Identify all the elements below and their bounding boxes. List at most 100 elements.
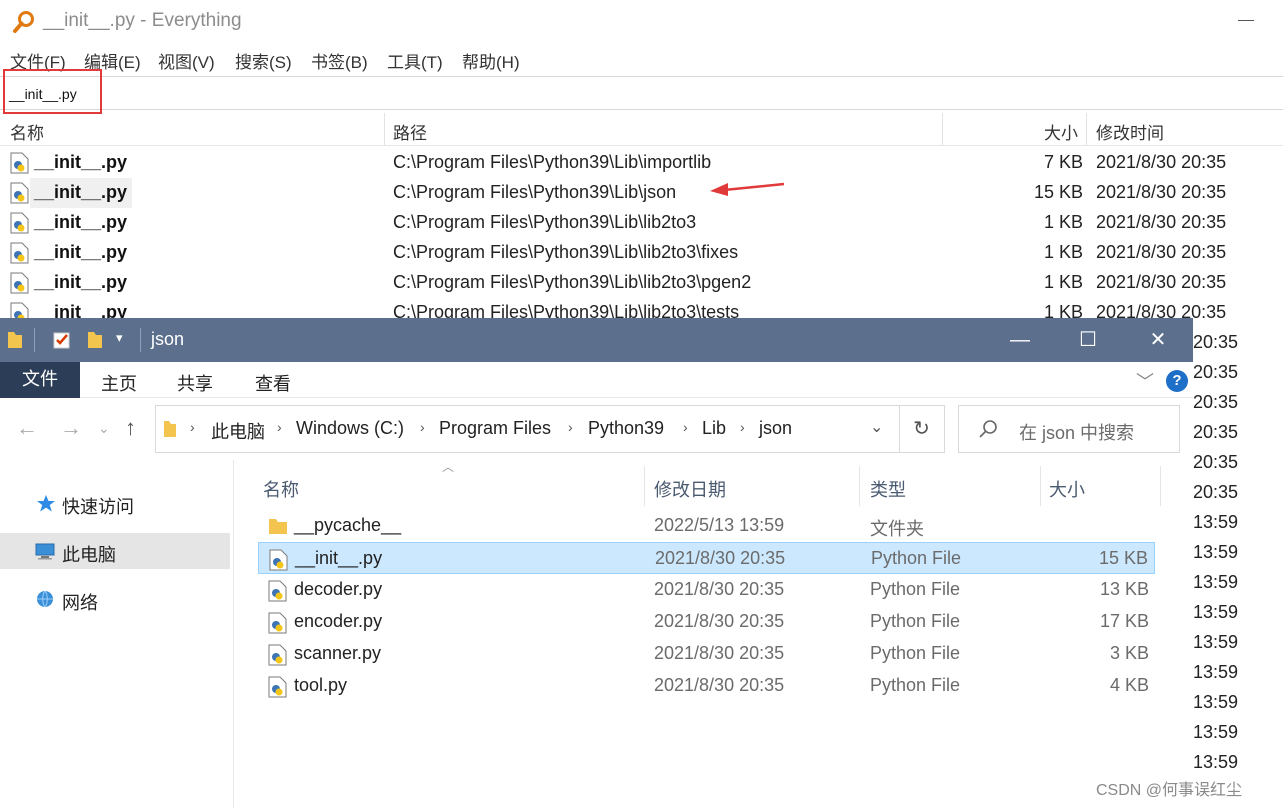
result-time-partial: 13:59 <box>1193 512 1239 532</box>
file-size: 4 KB <box>1109 675 1149 695</box>
result-name: __init__.py <box>34 212 128 232</box>
tab-file[interactable]: 文件 <box>0 362 80 398</box>
search-icon <box>979 420 997 438</box>
quick-access-dropdown-icon[interactable]: ▾ <box>116 330 123 346</box>
sidebar-label: 此电脑 <box>62 545 116 565</box>
breadcrumb-separator-icon[interactable]: › <box>420 419 425 435</box>
column-size[interactable]: 大小 <box>1049 476 1085 502</box>
file-row[interactable]: __pycache__ 2022/5/13 13:59 文件夹 <box>258 510 1155 542</box>
pane-divider[interactable] <box>233 460 234 808</box>
result-name: __init__.py <box>34 272 128 292</box>
result-row[interactable]: __init__.py C:\Program Files\Python39\Li… <box>0 148 1283 178</box>
breadcrumb-separator-icon[interactable]: › <box>568 419 573 435</box>
column-type[interactable]: 类型 <box>870 476 906 502</box>
menu-help[interactable]: 帮助(H) <box>462 48 520 73</box>
file-row[interactable]: tool.py 2021/8/30 20:35 Python File 4 KB <box>258 670 1155 702</box>
file-type: Python File <box>870 643 961 663</box>
result-path: C:\Program Files\Python39\Lib\lib2to3\fi… <box>393 242 739 262</box>
result-time-partial: 13:59 <box>1193 662 1239 682</box>
file-size: 15 KB <box>1098 548 1148 568</box>
file-row[interactable]: encoder.py 2021/8/30 20:35 Python File 1… <box>258 606 1155 638</box>
tab-view[interactable]: 查看 <box>255 370 291 396</box>
python-file-icon <box>268 676 287 698</box>
result-row[interactable]: __init__.py C:\Program Files\Python39\Li… <box>0 178 1283 208</box>
result-modified: 2021/8/30 20:35 <box>1096 272 1227 292</box>
menu-search[interactable]: 搜索(S) <box>235 48 292 73</box>
folder-icon <box>8 332 22 348</box>
expand-ribbon-icon[interactable]: ﹀ <box>1136 368 1154 394</box>
breadcrumb-program-files[interactable]: Program Files <box>439 418 551 439</box>
refresh-button[interactable]: ↻ <box>899 405 945 453</box>
navigation-bar: ← → ⌄ ↑ › 此电脑 › Windows (C:) › Program F… <box>0 398 1193 460</box>
python-file-icon <box>10 242 29 264</box>
back-button[interactable]: ← <box>16 415 38 441</box>
close-button[interactable]: ✕ <box>1123 318 1193 362</box>
address-dropdown-icon[interactable]: ⌄ <box>870 417 883 437</box>
file-row-selected[interactable]: __init__.py 2021/8/30 20:35 Python File … <box>258 542 1155 574</box>
red-arrow-annotation <box>710 182 785 196</box>
breadcrumb-windows-c[interactable]: Windows (C:) <box>296 418 404 439</box>
breadcrumb-this-pc[interactable]: 此电脑 <box>211 418 265 444</box>
sidebar-item-this-pc[interactable]: 此电脑 <box>0 533 230 569</box>
breadcrumb-python39[interactable]: Python39 <box>588 418 664 439</box>
everything-search-input[interactable] <box>0 76 1283 110</box>
result-row[interactable]: __init__.py C:\Program Files\Python39\Li… <box>0 208 1283 238</box>
column-size[interactable]: 大小 <box>1044 119 1078 144</box>
breadcrumb-separator-icon[interactable]: › <box>277 419 282 435</box>
python-file-icon <box>268 612 287 634</box>
menu-view[interactable]: 视图(V) <box>158 48 215 73</box>
file-row[interactable]: scanner.py 2021/8/30 20:35 Python File 3… <box>258 638 1155 670</box>
network-icon <box>37 590 53 608</box>
column-separator[interactable] <box>644 466 645 506</box>
result-time-partial: 20:35 <box>1193 422 1239 442</box>
breadcrumb-separator-icon[interactable]: › <box>683 419 688 435</box>
result-modified: 2021/8/30 20:35 <box>1096 242 1227 262</box>
help-icon[interactable]: ? <box>1166 370 1188 392</box>
breadcrumb-lib[interactable]: Lib <box>702 418 726 439</box>
sidebar-label: 快速访问 <box>62 497 134 517</box>
result-modified: 2021/8/30 20:35 <box>1096 152 1227 172</box>
watermark: CSDN @何事误红尘 <box>1096 782 1243 799</box>
file-row[interactable]: decoder.py 2021/8/30 20:35 Python File 1… <box>258 574 1155 606</box>
breadcrumb-json[interactable]: json <box>759 418 792 439</box>
file-size: 17 KB <box>1099 611 1149 631</box>
minimize-button[interactable]: — <box>985 318 1055 362</box>
column-separator[interactable] <box>859 466 860 506</box>
result-time-partial: 13:59 <box>1193 752 1239 772</box>
result-row[interactable]: __init__.py C:\Program Files\Python39\Li… <box>0 268 1283 298</box>
column-name[interactable]: 名称 <box>10 119 44 144</box>
result-path: C:\Program Files\Python39\Lib\importlib <box>393 152 712 172</box>
menu-bookmarks[interactable]: 书签(B) <box>311 48 368 73</box>
tab-share[interactable]: 共享 <box>177 370 213 396</box>
column-separator[interactable] <box>1160 466 1161 506</box>
up-button[interactable]: ↑ <box>125 415 136 441</box>
column-path[interactable]: 路径 <box>393 119 427 144</box>
tab-home[interactable]: 主页 <box>101 370 137 396</box>
search-input[interactable]: 在 json 中搜索 <box>958 405 1180 453</box>
column-modified[interactable]: 修改日期 <box>654 476 726 502</box>
minimize-icon[interactable] <box>1238 20 1254 21</box>
result-time-partial: 13:59 <box>1193 542 1239 562</box>
result-time-partial: 13:59 <box>1193 722 1239 742</box>
result-row[interactable]: __init__.py C:\Program Files\Python39\Li… <box>0 238 1283 268</box>
sidebar-item-network[interactable]: 网络 <box>0 581 230 617</box>
properties-icon[interactable] <box>52 330 72 350</box>
recent-locations-icon[interactable]: ⌄ <box>98 420 110 437</box>
python-file-icon <box>268 644 287 666</box>
column-name[interactable]: 名称 <box>263 476 299 502</box>
column-separator[interactable] <box>1040 466 1041 506</box>
forward-button[interactable]: → <box>60 415 82 441</box>
column-separator[interactable] <box>942 113 943 145</box>
breadcrumb-separator-icon[interactable]: › <box>190 419 195 435</box>
new-folder-icon[interactable] <box>86 330 104 350</box>
result-size: 15 KB <box>1033 182 1083 202</box>
sidebar-item-quick-access[interactable]: 快速访问 <box>0 485 230 521</box>
menu-tools[interactable]: 工具(T) <box>387 48 443 73</box>
column-modified[interactable]: 修改时间 <box>1096 119 1164 144</box>
breadcrumb-separator-icon[interactable]: › <box>740 419 745 435</box>
column-separator[interactable] <box>1086 113 1087 145</box>
file-list-header: 名称 修改日期 类型 大小 <box>245 466 1165 506</box>
address-bar[interactable]: › 此电脑 › Windows (C:) › Program Files › P… <box>155 405 900 453</box>
maximize-button[interactable]: ☐ <box>1053 318 1123 362</box>
column-separator[interactable] <box>384 113 385 145</box>
